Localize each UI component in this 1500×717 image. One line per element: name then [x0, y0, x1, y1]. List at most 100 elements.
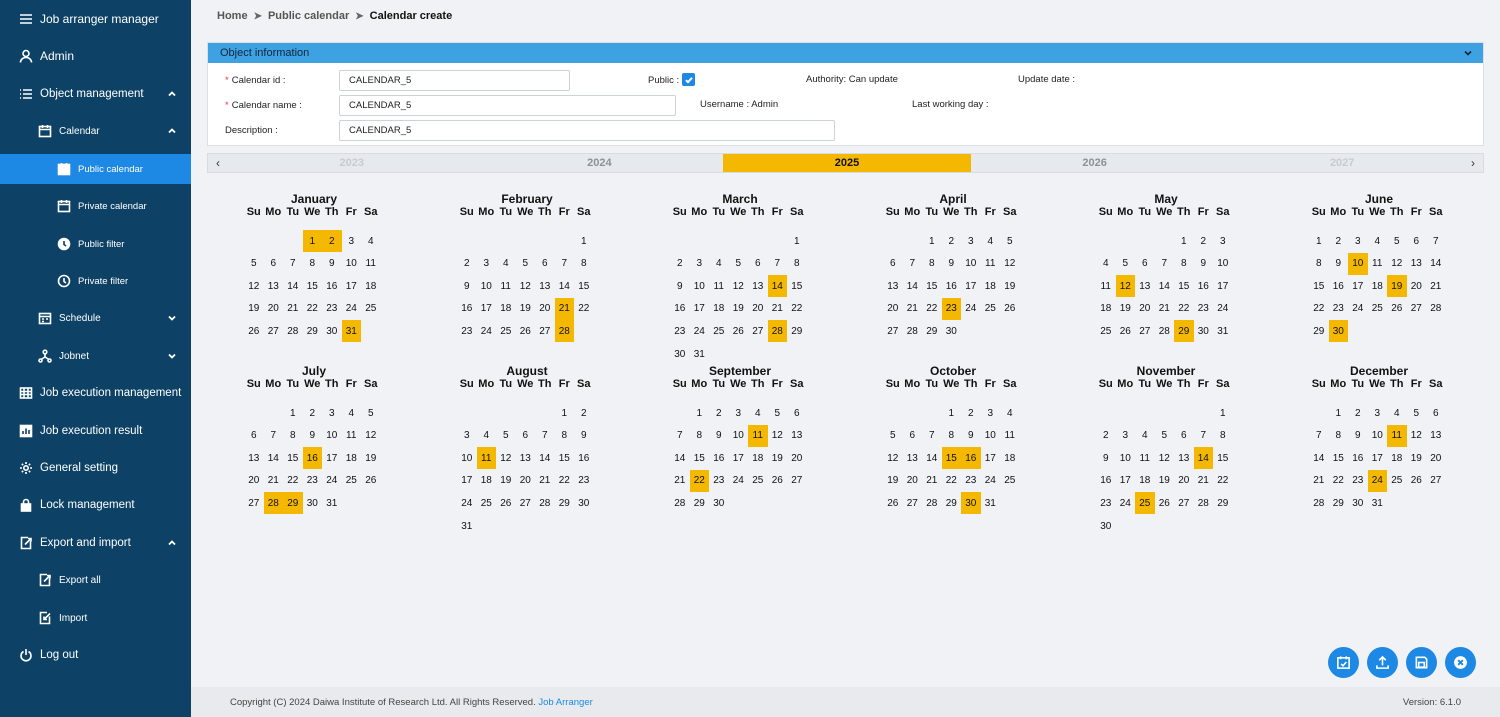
calendar-day[interactable]: 27 [516, 492, 536, 514]
calendar-day[interactable]: 28 [1155, 320, 1175, 342]
calendar-day[interactable]: 21 [283, 298, 303, 320]
calendar-day[interactable]: 1 [283, 402, 303, 424]
calendar-day[interactable]: 26 [244, 320, 264, 342]
calendar-day[interactable]: 29 [1309, 320, 1329, 342]
calendar-day[interactable]: 29 [1329, 492, 1349, 514]
calendar-day[interactable]: 5 [516, 253, 536, 275]
calendar-day[interactable]: 23 [457, 320, 477, 342]
calendar-day[interactable]: 9 [670, 275, 690, 297]
calendar-day[interactable]: 10 [981, 425, 1001, 447]
calendar-day[interactable]: 23 [303, 470, 323, 492]
calendar-day[interactable]: 28 [263, 492, 283, 515]
calendar-day[interactable]: 14 [535, 447, 555, 469]
calendar-day[interactable]: 25 [361, 298, 381, 320]
calendar-day[interactable]: 15 [1309, 275, 1329, 297]
calendar-day[interactable]: 24 [457, 492, 477, 514]
calendar-day[interactable]: 4 [361, 230, 381, 252]
calendar-day[interactable]: 27 [883, 320, 903, 342]
calendar-day[interactable]: 30 [942, 320, 962, 342]
calendar-day[interactable]: 9 [1194, 253, 1214, 275]
calendar-day[interactable]: 1 [1213, 402, 1233, 424]
calendar-day[interactable]: 15 [303, 275, 323, 297]
calendar-day[interactable]: 10 [1348, 252, 1368, 275]
calendar-day[interactable]: 6 [748, 253, 768, 275]
calendar-day[interactable]: 11 [476, 447, 496, 470]
calendar-day[interactable]: 21 [922, 470, 942, 492]
year-2023[interactable]: 2023 [228, 154, 476, 172]
calendar-day[interactable]: 4 [1096, 253, 1116, 275]
calendar-day[interactable]: 19 [516, 298, 536, 320]
calendar-day[interactable]: 16 [961, 447, 981, 470]
calendar-day[interactable]: 25 [981, 298, 1001, 320]
calendar-day[interactable]: 26 [1155, 492, 1175, 514]
calendar-day[interactable]: 31 [322, 492, 342, 514]
calendar-day[interactable]: 10 [1368, 425, 1388, 447]
calendar-day[interactable]: 26 [1000, 298, 1020, 320]
calendar-day[interactable]: 30 [961, 492, 981, 515]
calendar-day[interactable]: 23 [941, 297, 961, 320]
calendar-day[interactable]: 10 [477, 275, 497, 297]
calendar-day[interactable]: 13 [244, 447, 264, 469]
sidebar-item-general-setting[interactable]: General setting [0, 453, 191, 483]
calendar-day[interactable]: 5 [768, 402, 788, 424]
calendar-day[interactable]: 4 [1000, 402, 1020, 424]
calendar-day[interactable]: 8 [690, 425, 710, 447]
calendar-day[interactable]: 12 [1115, 275, 1135, 298]
calendar-day[interactable]: 19 [768, 447, 788, 469]
calendar-day[interactable]: 18 [496, 298, 516, 320]
calendar-day[interactable]: 7 [1426, 230, 1446, 252]
calendar-day[interactable]: 16 [709, 447, 729, 469]
calendar-day[interactable]: 2 [670, 253, 690, 275]
calendar-day[interactable]: 24 [981, 470, 1001, 492]
calendar-day[interactable]: 3 [1368, 402, 1388, 424]
calendar-day[interactable]: 18 [1368, 275, 1388, 297]
breadcrumb-home[interactable]: Home [217, 10, 248, 22]
calendar-day[interactable]: 24 [1348, 298, 1368, 320]
calendar-day[interactable]: 1 [555, 402, 575, 424]
calendar-day[interactable]: 4 [496, 253, 516, 275]
calendar-day[interactable]: 24 [477, 320, 497, 342]
calendar-day[interactable]: 23 [670, 320, 690, 342]
calendar-day[interactable]: 20 [787, 447, 807, 469]
calendar-day[interactable]: 28 [670, 492, 690, 514]
calendar-day[interactable]: 15 [787, 275, 807, 297]
calendar-day[interactable]: 10 [961, 253, 981, 275]
calendar-day[interactable]: 11 [342, 425, 362, 447]
calendar-day[interactable]: 18 [1000, 447, 1020, 469]
calendar-day[interactable]: 14 [670, 447, 690, 469]
sidebar-item-lock-management[interactable]: Lock management [0, 490, 191, 520]
calendar-day[interactable]: 24 [961, 298, 981, 320]
calendar-day[interactable]: 13 [787, 425, 807, 447]
calendar-day[interactable]: 16 [457, 298, 477, 320]
calendar-day[interactable]: 31 [690, 343, 710, 365]
calendar-day[interactable]: 19 [1407, 447, 1427, 469]
calendar-day[interactable]: 17 [690, 298, 710, 320]
calendar-day[interactable]: 15 [922, 275, 942, 297]
calendar-day[interactable]: 15 [941, 447, 961, 470]
sidebar-item-job-execution-result[interactable]: Job execution result [0, 416, 191, 446]
calendar-day[interactable]: 31 [341, 320, 361, 343]
calendar-day[interactable]: 12 [516, 275, 536, 297]
calendar-day[interactable]: 20 [1174, 470, 1194, 492]
calendar-day[interactable]: 6 [1174, 425, 1194, 447]
calendar-day[interactable]: 8 [283, 425, 303, 447]
breadcrumb-public-calendar[interactable]: Public calendar [268, 10, 349, 22]
calendar-day[interactable]: 11 [361, 253, 381, 275]
calendar-day[interactable]: 21 [1426, 275, 1446, 297]
calendar-day[interactable]: 22 [574, 298, 594, 320]
calendar-day[interactable]: 18 [361, 275, 381, 297]
calendar-name-input[interactable]: CALENDAR_5 [339, 95, 676, 116]
calendar-day[interactable]: 7 [1194, 425, 1214, 447]
sidebar-item-public-calendar[interactable]: Public calendar [0, 154, 191, 184]
calendar-day[interactable]: 16 [942, 275, 962, 297]
calendar-day[interactable]: 2 [303, 402, 323, 424]
calendar-day[interactable]: 26 [883, 492, 903, 514]
calendar-day[interactable]: 4 [1135, 425, 1155, 447]
calendar-day[interactable]: 14 [1309, 447, 1329, 469]
calendar-day[interactable]: 28 [1194, 492, 1214, 514]
user-row[interactable]: Admin [0, 41, 191, 71]
calendar-day[interactable]: 12 [496, 447, 516, 469]
calendar-day[interactable]: 17 [1116, 470, 1136, 492]
calendar-day[interactable]: 19 [1000, 275, 1020, 297]
calendar-day[interactable]: 10 [457, 447, 477, 469]
